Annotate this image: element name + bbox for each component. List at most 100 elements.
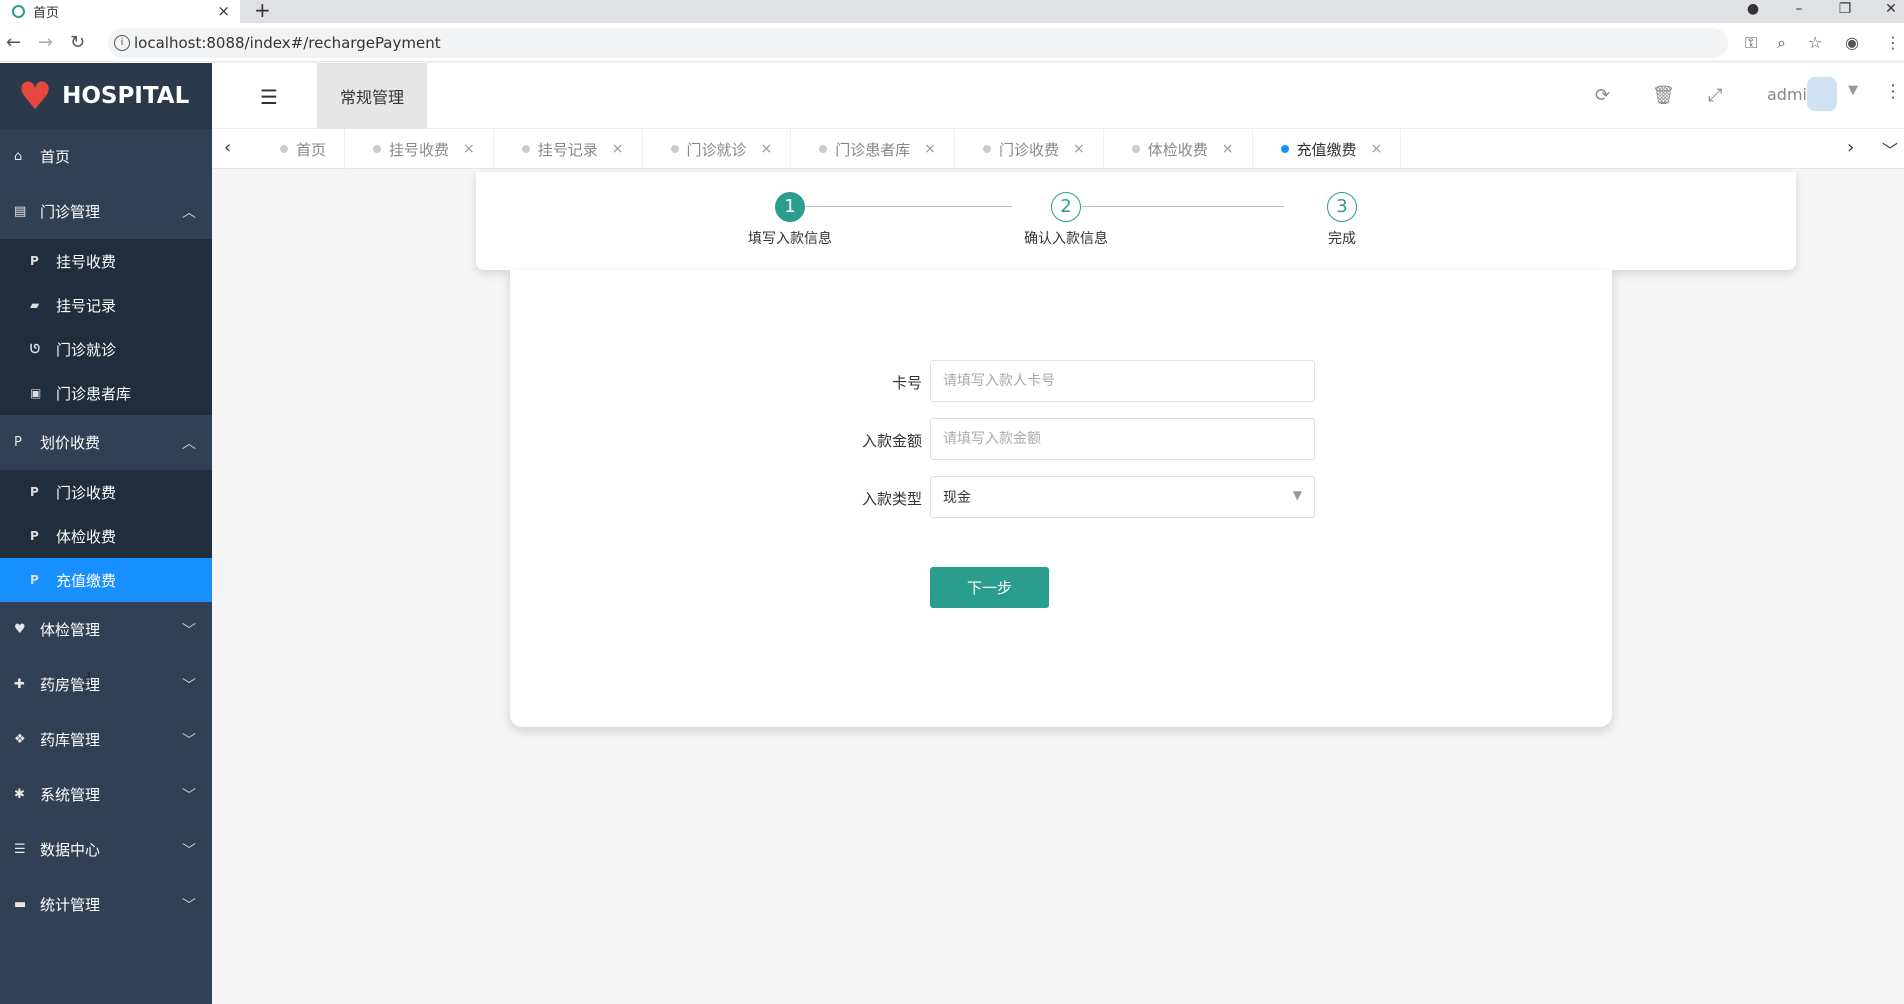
chevron-up-icon: ︿	[182, 205, 196, 221]
window-maximize-button[interactable]: ❐	[1822, 0, 1868, 18]
payment-type-select[interactable]: 现金 ▼	[930, 476, 1315, 518]
sidebar-item-label: 数据中心	[40, 841, 101, 859]
tag-dot	[983, 145, 992, 153]
tag-label: 门诊就诊	[686, 140, 747, 159]
sidebar-subitem-recharge[interactable]: P 充值缴费	[0, 558, 212, 602]
sidebar-subitem-checkup-fee[interactable]: P 体检收费	[0, 514, 212, 558]
sidebar-subitem-registration-record[interactable]: ▰ 挂号记录	[0, 283, 212, 327]
form-row-type: 入款类型 现金 ▼	[510, 476, 1612, 518]
trash-icon[interactable]: 🗑	[1652, 85, 1675, 106]
sidebar-item-label: 挂号记录	[56, 296, 117, 315]
database-icon: ☰	[14, 842, 26, 857]
tag-registration-fee[interactable]: 挂号收费 ×	[345, 129, 494, 169]
close-icon[interactable]: ×	[463, 141, 475, 157]
browser-menu-icon[interactable]: ⋮	[1885, 33, 1901, 52]
avatar[interactable]	[1807, 77, 1837, 111]
fullscreen-icon[interactable]: ⤢	[1708, 85, 1722, 106]
heartbeat-logo-icon: ♥	[18, 74, 53, 118]
next-step-button[interactable]: 下一步	[930, 567, 1049, 608]
card-number-label: 卡号	[891, 374, 922, 392]
reload-button[interactable]: ↻	[70, 32, 85, 53]
step-label: 完成	[1328, 231, 1356, 247]
header-menu-regular[interactable]: 常规管理	[317, 63, 427, 129]
site-info-icon[interactable]: i	[114, 35, 130, 51]
sidebar-item-home[interactable]: ⌂ 首页	[0, 129, 212, 184]
account-icon[interactable]: ◉	[1845, 33, 1859, 52]
sidebar-item-label: 药库管理	[40, 731, 101, 749]
close-icon[interactable]: ×	[1073, 141, 1085, 157]
sidebar-item-system[interactable]: ✱ 系统管理 ﹀	[0, 767, 212, 822]
more-icon[interactable]: ⋮	[1884, 81, 1902, 102]
caret-down-icon[interactable]: ▼	[1848, 83, 1858, 98]
step-2: 2 确认入款信息	[986, 192, 1146, 248]
sidebar-subitem-registration-fee[interactable]: P 挂号收费	[0, 239, 212, 283]
window-close-button[interactable]: ✕	[1868, 0, 1904, 18]
tag-label: 门诊患者库	[835, 140, 911, 159]
browser-tab[interactable]: 首页 ×	[0, 0, 240, 23]
paypal-icon: P	[14, 435, 22, 450]
sidebar-subitem-patient-library[interactable]: ▣ 门诊患者库	[0, 371, 212, 415]
url-bar[interactable]: i localhost:8088/index#/rechargePayment	[108, 28, 1728, 58]
form-row-amount: 入款金额	[510, 418, 1612, 460]
top-header: ☰ 常规管理 ⟳ 🗑 ⤢ admin ▼ ⋮	[212, 63, 1904, 129]
scroll-right-icon[interactable]: ›	[1847, 137, 1854, 158]
scroll-left-icon[interactable]: ‹	[224, 137, 231, 158]
close-icon[interactable]: ×	[761, 141, 773, 157]
amount-input[interactable]	[930, 418, 1315, 460]
key-icon[interactable]: ⚿	[1745, 33, 1757, 53]
chevron-down-icon: ﹀	[182, 843, 196, 859]
sidebar-item-label: 充值缴费	[56, 571, 117, 590]
heartbeat-icon: ♥	[14, 622, 26, 637]
sidebar-subitem-outpatient-visit[interactable]: ᘎ 门诊就诊	[0, 327, 212, 371]
sidebar-item-pharmacy[interactable]: ✚ 药房管理 ﹀	[0, 657, 212, 712]
tag-checkup-fee[interactable]: 体检收费 ×	[1104, 129, 1253, 169]
sidebar-item-label: 门诊收费	[56, 483, 117, 502]
close-icon[interactable]: ×	[1222, 141, 1234, 157]
step-number: 3	[1327, 192, 1357, 222]
step-3: 3 完成	[1262, 192, 1422, 248]
window-minimize-button[interactable]: –	[1776, 0, 1822, 18]
tag-registration-record[interactable]: 挂号记录 ×	[494, 129, 643, 169]
profile-dropdown-icon[interactable]: ●	[1730, 0, 1776, 18]
sidebar-item-checkup[interactable]: ♥ 体检管理 ﹀	[0, 602, 212, 657]
sidebar-item-outpatient[interactable]: ▤ 门诊管理 ︿	[0, 184, 212, 239]
tag-label: 体检收费	[1147, 140, 1208, 159]
refresh-icon[interactable]: ⟳	[1595, 85, 1610, 106]
sidebar-item-statistics[interactable]: ▬ 统计管理 ﹀	[0, 877, 212, 932]
sidebar-item-label: 系统管理	[40, 786, 101, 804]
close-icon[interactable]: ×	[1371, 141, 1383, 157]
sidebar-item-warehouse[interactable]: ❖ 药库管理 ﹀	[0, 712, 212, 767]
hamburger-icon[interactable]: ☰	[260, 85, 278, 109]
tag-recharge[interactable]: 充值缴费 ×	[1253, 129, 1402, 169]
browser-tab-close-icon[interactable]: ×	[217, 2, 230, 20]
chevron-down-icon[interactable]: ﹀	[1882, 137, 1898, 161]
tag-dot	[819, 145, 828, 153]
tag-outpatient-visit[interactable]: 门诊就诊 ×	[643, 129, 792, 169]
tag-dot	[280, 145, 288, 153]
sidebar-item-label: 门诊管理	[40, 203, 101, 221]
url-text[interactable]: localhost:8088/index#/rechargePayment	[134, 34, 441, 52]
step-label: 填写入款信息	[748, 231, 832, 247]
bookmark-star-icon[interactable]: ☆	[1808, 33, 1822, 52]
tag-patient-library[interactable]: 门诊患者库 ×	[791, 129, 956, 169]
form-row-card: 卡号	[510, 360, 1612, 402]
sidebar-item-data-center[interactable]: ☰ 数据中心 ﹀	[0, 822, 212, 877]
payment-type-value: 现金	[943, 490, 971, 506]
chevron-down-icon: ﹀	[182, 678, 196, 694]
close-icon[interactable]: ×	[924, 141, 936, 157]
chevron-up-icon: ︿	[182, 436, 196, 452]
forward-button[interactable]: →	[38, 32, 53, 53]
tag-home[interactable]: 首页	[252, 129, 346, 169]
sidebar-subitem-outpatient-fee[interactable]: P 门诊收费	[0, 470, 212, 514]
tag-outpatient-fee[interactable]: 门诊收费 ×	[955, 129, 1104, 169]
close-icon[interactable]: ×	[612, 141, 624, 157]
zoom-icon[interactable]: ⌕	[1777, 33, 1786, 53]
tag-dot	[1280, 145, 1289, 153]
new-tab-button[interactable]: +	[254, 0, 271, 20]
tag-dot	[373, 145, 382, 153]
steps-card: 1 填写入款信息 2 确认入款信息 3 完成	[476, 172, 1796, 270]
sidebar-item-pricing[interactable]: P 划价收费 ︿	[0, 415, 212, 470]
card-number-input[interactable]	[930, 360, 1315, 402]
logo: ♥ HOSPITAL	[0, 63, 212, 129]
back-button[interactable]: ←	[6, 32, 21, 53]
